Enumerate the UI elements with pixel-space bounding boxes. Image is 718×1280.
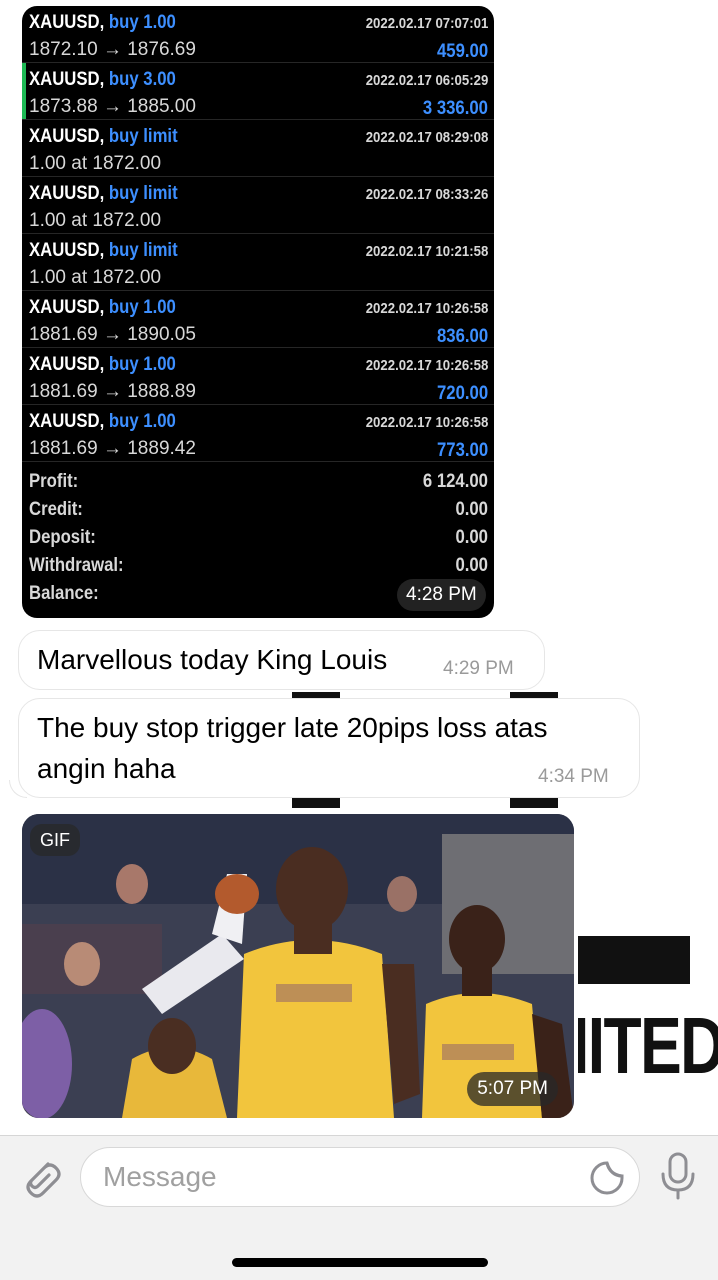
trade-symbol: XAUUSD, buy 1.00 xyxy=(29,354,176,376)
trade-row: XAUUSD, buy 1.00 2022.02.17 10:26:58 1881.… xyxy=(22,291,494,348)
message-text: Marvellous today King Louis xyxy=(37,644,388,675)
summary-row: Deposit: 0.00 xyxy=(22,524,494,552)
summary-row: Credit: 0.00 xyxy=(22,496,494,524)
microphone-icon xyxy=(661,1152,695,1200)
trade-action: buy limit xyxy=(108,240,178,261)
microphone-button[interactable] xyxy=(658,1150,698,1202)
trade-symbol-name: XAUUSD, xyxy=(29,240,105,261)
chat-message[interactable]: Marvellous today King Louis 4:29 PM xyxy=(18,630,545,690)
trade-row: XAUUSD, buy limit 2022.02.17 08:33:26 1.00… xyxy=(22,177,494,234)
trade-date: 2022.02.17 10:26:58 xyxy=(365,300,488,317)
message-timestamp: 4:29 PM xyxy=(443,658,514,679)
message-text-line: angin haha xyxy=(37,753,176,784)
trade-profit: 836.00 xyxy=(436,326,488,347)
summary-label: Balance: xyxy=(29,583,99,604)
trade-symbol-name: XAUUSD, xyxy=(29,297,105,318)
trade-action: buy 3.00 xyxy=(108,69,176,90)
trade-symbol-name: XAUUSD, xyxy=(29,183,105,204)
trade-symbol: XAUUSD, buy limit xyxy=(29,183,178,205)
attach-button[interactable] xyxy=(18,1152,62,1200)
trade-row: XAUUSD, buy limit 2022.02.17 10:21:58 1.00… xyxy=(22,234,494,291)
trade-history-panel: XAUUSD, buy 1.00 2022.02.17 07:07:01 1872.… xyxy=(22,6,494,618)
trade-symbol: XAUUSD, buy 1.00 xyxy=(29,297,176,319)
trade-price: 1872.10 → 1876.69 xyxy=(29,39,196,60)
trade-profit: 773.00 xyxy=(436,440,488,461)
sticker-button[interactable] xyxy=(589,1160,625,1196)
message-timestamp: 5:07 PM xyxy=(467,1072,558,1106)
sticker-icon xyxy=(590,1161,624,1195)
trade-symbol: XAUUSD, buy 1.00 xyxy=(29,12,176,34)
trade-date: 2022.02.17 07:07:01 xyxy=(365,15,488,32)
message-text-line: The buy stop trigger late 20pips loss at… xyxy=(37,712,548,743)
trade-symbol: XAUUSD, buy limit xyxy=(29,240,178,262)
summary-label: Deposit: xyxy=(29,527,96,548)
trade-symbol: XAUUSD, buy limit xyxy=(29,126,178,148)
gif-animation[interactable]: GIF 5:07 PM xyxy=(22,814,574,1118)
background-bar xyxy=(292,798,340,808)
trade-profit: 720.00 xyxy=(436,383,488,404)
home-indicator[interactable] xyxy=(232,1258,488,1267)
message-timestamp: 4:34 PM xyxy=(538,766,609,787)
paperclip-icon xyxy=(26,1162,61,1198)
trade-profit: 3 336.00 xyxy=(422,98,488,119)
summary-value: 6 124.00 xyxy=(422,471,488,492)
trade-date: 2022.02.17 08:29:08 xyxy=(365,129,488,146)
trade-date: 2022.02.17 06:05:29 xyxy=(365,72,488,89)
summary-row: Withdrawal: 0.00 xyxy=(22,552,494,580)
gif-badge: GIF xyxy=(30,824,80,856)
summary-value: 0.00 xyxy=(455,555,488,576)
chat-message[interactable]: The buy stop trigger late 20pips loss at… xyxy=(18,698,640,798)
trade-price: 1.00 at 1872.00 xyxy=(29,153,162,174)
trade-symbol-name: XAUUSD, xyxy=(29,354,105,375)
gif-message[interactable]: GIF 5:07 PM xyxy=(18,810,578,1122)
trade-action: buy 1.00 xyxy=(108,411,176,432)
trade-row: XAUUSD, buy 3.00 2022.02.17 06:05:29 1873.… xyxy=(22,63,494,120)
trade-list: XAUUSD, buy 1.00 2022.02.17 07:07:01 1872.… xyxy=(22,6,494,462)
summary-row: Profit: 6 124.00 xyxy=(22,468,494,496)
trade-action: buy 1.00 xyxy=(108,12,176,33)
trade-price: 1881.69 → 1890.05 xyxy=(29,324,196,345)
trade-date: 2022.02.17 08:33:26 xyxy=(365,186,488,203)
background-bar xyxy=(576,936,690,984)
trade-row: XAUUSD, buy limit 2022.02.17 08:29:08 1.00… xyxy=(22,120,494,177)
trade-price: 1.00 at 1872.00 xyxy=(29,267,162,288)
trade-action: buy limit xyxy=(108,126,178,147)
message-input[interactable] xyxy=(103,1148,583,1206)
message-field[interactable] xyxy=(80,1147,640,1207)
trade-price: 1873.88 → 1885.00 xyxy=(29,96,196,117)
trade-symbol-name: XAUUSD, xyxy=(29,126,105,147)
trade-action: buy 1.00 xyxy=(108,354,176,375)
trade-action: buy limit xyxy=(108,183,178,204)
trade-symbol-name: XAUUSD, xyxy=(29,69,105,90)
summary-label: Withdrawal: xyxy=(29,555,124,576)
trade-symbol-name: XAUUSD, xyxy=(29,411,105,432)
trade-row: XAUUSD, buy 1.00 2022.02.17 10:26:58 1881.… xyxy=(22,348,494,405)
background-bar xyxy=(510,798,558,808)
summary-value: 0.00 xyxy=(455,499,488,520)
trade-action: buy 1.00 xyxy=(108,297,176,318)
trade-row: XAUUSD, buy 1.00 2022.02.17 10:26:58 1881.… xyxy=(22,405,494,462)
summary-label: Credit: xyxy=(29,499,83,520)
trade-price: 1.00 at 1872.00 xyxy=(29,210,162,231)
message-timestamp: 4:28 PM xyxy=(397,579,486,611)
summary-value: 0.00 xyxy=(455,527,488,548)
summary-label: Profit: xyxy=(29,471,79,492)
trade-price: 1881.69 → 1889.42 xyxy=(29,438,196,459)
trade-symbol-name: XAUUSD, xyxy=(29,12,105,33)
trade-date: 2022.02.17 10:26:58 xyxy=(365,414,488,431)
trade-symbol: XAUUSD, buy 1.00 xyxy=(29,411,176,433)
trade-symbol: XAUUSD, buy 3.00 xyxy=(29,69,176,91)
trade-profit: 459.00 xyxy=(436,41,488,62)
trade-price: 1881.69 → 1888.89 xyxy=(29,381,196,402)
trade-date: 2022.02.17 10:21:58 xyxy=(365,243,488,260)
background-text: IITED xyxy=(572,1001,718,1090)
trade-row: XAUUSD, buy 1.00 2022.02.17 07:07:01 1872.… xyxy=(22,6,494,63)
trade-screenshot-message[interactable]: XAUUSD, buy 1.00 2022.02.17 07:07:01 1872.… xyxy=(18,2,498,622)
trade-date: 2022.02.17 10:26:58 xyxy=(365,357,488,374)
